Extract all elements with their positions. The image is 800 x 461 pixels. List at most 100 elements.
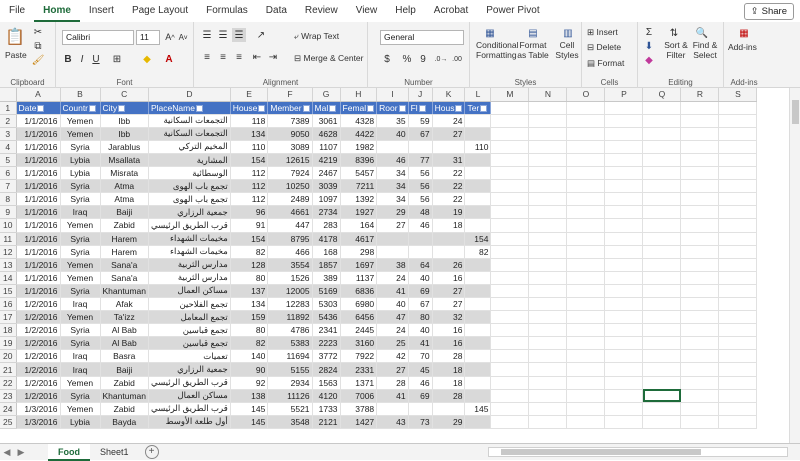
empty-cell[interactable] (490, 362, 530, 377)
table-cell[interactable]: 40 (376, 127, 409, 141)
cut-icon[interactable]: ✂ (32, 26, 44, 38)
empty-cell[interactable] (718, 218, 758, 233)
table-header-cell[interactable]: Mal (312, 101, 341, 115)
vertical-scrollbar[interactable] (789, 88, 800, 443)
table-cell[interactable]: 24 (376, 323, 409, 338)
table-cell[interactable]: 5436 (312, 310, 341, 325)
empty-cell[interactable] (718, 310, 758, 325)
table-cell[interactable]: 80 (408, 310, 433, 325)
table-cell[interactable]: 34 (376, 179, 409, 194)
empty-cell[interactable] (490, 402, 530, 416)
table-cell[interactable]: 110 (464, 140, 492, 154)
empty-cell[interactable] (566, 205, 606, 220)
table-cell[interactable] (408, 402, 433, 416)
table-cell[interactable]: 4422 (340, 127, 378, 141)
table-cell[interactable]: 40 (408, 271, 433, 285)
empty-cell[interactable] (642, 349, 682, 364)
empty-cell[interactable] (604, 205, 644, 220)
addins-button[interactable]: Add-ins (728, 42, 757, 52)
table-cell[interactable]: 1/2/2016 (16, 349, 61, 364)
table-cell[interactable]: 1/1/2016 (16, 218, 61, 233)
italic-icon[interactable]: I (76, 52, 88, 66)
empty-cell[interactable] (490, 114, 530, 128)
column-header-i[interactable]: I (376, 88, 409, 102)
table-cell[interactable]: 3788 (340, 402, 378, 416)
table-cell[interactable]: 16 (432, 323, 466, 338)
empty-cell[interactable] (718, 127, 758, 141)
empty-cell[interactable] (680, 310, 720, 325)
table-cell[interactable]: Atma (100, 192, 149, 207)
table-cell[interactable]: 41 (376, 284, 409, 299)
table-cell[interactable]: 1697 (340, 258, 378, 272)
row-header[interactable]: 21 (0, 362, 17, 377)
table-cell[interactable]: 48 (408, 205, 433, 220)
table-cell[interactable]: 11892 (267, 310, 313, 325)
menu-tab-power-pivot[interactable]: Power Pivot (477, 0, 548, 22)
table-cell[interactable]: 1/1/2016 (16, 192, 61, 207)
table-cell[interactable]: 29 (376, 205, 409, 220)
filter-dropdown-icon[interactable] (89, 104, 97, 112)
column-header-d[interactable]: D (148, 88, 231, 102)
column-header-k[interactable]: K (432, 88, 466, 102)
empty-cell[interactable] (680, 402, 720, 416)
empty-cell[interactable] (718, 179, 758, 194)
table-cell[interactable]: 1/2/2016 (16, 376, 61, 390)
table-cell[interactable] (464, 153, 492, 168)
empty-cell[interactable] (718, 349, 758, 364)
table-cell[interactable]: 8396 (340, 153, 378, 168)
table-cell[interactable]: 73 (408, 415, 433, 429)
table-cell[interactable]: 1/1/2016 (16, 114, 61, 128)
column-header-p[interactable]: P (604, 88, 644, 102)
table-cell[interactable]: 34 (376, 192, 409, 207)
table-cell[interactable]: 134 (230, 297, 269, 312)
empty-cell[interactable] (528, 153, 568, 168)
table-cell[interactable]: Khantuman (100, 284, 149, 299)
table-header-cell[interactable]: Fl (408, 101, 433, 115)
table-cell[interactable]: 154 (464, 232, 492, 246)
table-cell[interactable]: 447 (267, 218, 313, 233)
table-cell[interactable]: 46 (408, 218, 433, 233)
table-cell[interactable]: 1/2/2016 (16, 389, 61, 403)
table-cell[interactable]: 18 (432, 362, 466, 377)
font-name-select[interactable]: Calibri (62, 30, 134, 45)
table-cell[interactable]: 4628 (312, 127, 341, 141)
table-cell[interactable]: 18 (432, 218, 466, 233)
empty-cell[interactable] (604, 271, 644, 285)
horizontal-scrollbar[interactable] (488, 447, 788, 457)
table-cell[interactable]: 42 (376, 349, 409, 364)
table-cell[interactable]: 46 (408, 376, 433, 390)
empty-cell[interactable] (490, 166, 530, 181)
empty-cell[interactable] (566, 218, 606, 233)
empty-cell[interactable] (642, 258, 682, 272)
table-cell[interactable] (464, 389, 492, 403)
empty-cell[interactable] (566, 336, 606, 351)
table-cell[interactable]: 2445 (340, 323, 378, 338)
filter-dropdown-icon[interactable] (480, 104, 488, 112)
table-cell[interactable]: 159 (230, 310, 269, 325)
table-cell[interactable]: 1/1/2016 (16, 258, 61, 272)
table-cell[interactable]: 1/1/2016 (16, 205, 61, 220)
table-cell[interactable]: 11694 (267, 349, 313, 364)
empty-cell[interactable] (566, 101, 606, 115)
table-cell[interactable]: 145 (230, 415, 269, 429)
table-cell[interactable]: 5169 (312, 284, 341, 299)
table-cell[interactable]: 12615 (267, 153, 313, 168)
empty-cell[interactable] (566, 245, 606, 259)
table-cell[interactable]: المشارية (148, 153, 231, 168)
empty-cell[interactable] (642, 271, 682, 285)
table-cell[interactable]: 7211 (340, 179, 378, 194)
table-cell[interactable]: 82 (230, 336, 269, 351)
empty-cell[interactable] (528, 205, 568, 220)
empty-cell[interactable] (528, 232, 568, 246)
empty-cell[interactable] (604, 114, 644, 128)
empty-cell[interactable] (604, 297, 644, 312)
empty-cell[interactable] (642, 376, 682, 390)
table-cell[interactable] (464, 218, 492, 233)
filter-dropdown-icon[interactable] (418, 104, 426, 112)
empty-cell[interactable] (642, 153, 682, 168)
table-cell[interactable]: 10250 (267, 179, 313, 194)
table-header-cell[interactable]: City (100, 101, 149, 115)
column-header-g[interactable]: G (312, 88, 341, 102)
table-cell[interactable]: 27 (376, 362, 409, 377)
empty-cell[interactable] (566, 402, 606, 416)
